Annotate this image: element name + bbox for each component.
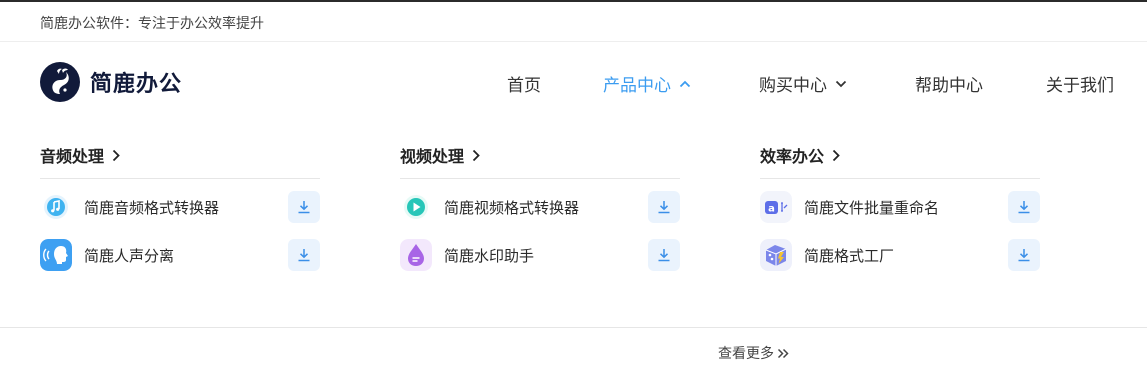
nav-help-label: 帮助中心 — [915, 76, 983, 96]
svg-text:a: a — [768, 204, 775, 215]
download-button[interactable] — [648, 191, 680, 223]
nav-products-label: 产品中心 — [603, 76, 671, 96]
logo-text: 简鹿办公 — [90, 72, 183, 97]
chevron-right-icon — [472, 149, 480, 161]
nav-help[interactable]: 帮助中心 — [915, 71, 983, 96]
download-button[interactable] — [648, 239, 680, 271]
download-button[interactable] — [1008, 239, 1040, 271]
product-name: 简鹿格式工厂 — [804, 246, 895, 265]
download-icon — [1018, 249, 1030, 262]
category-video-title: 视频处理 — [400, 147, 465, 166]
slogan-text: 简鹿办公软件：专注于办公效率提升 — [40, 16, 264, 32]
view-more-label: 查看更多 — [718, 346, 774, 362]
divider — [40, 178, 320, 179]
product-name: 简鹿音频格式转换器 — [84, 198, 220, 217]
nav-about[interactable]: 关于我们 — [1046, 71, 1114, 96]
download-button[interactable] — [1008, 191, 1040, 223]
nav-products[interactable]: 产品中心 — [603, 71, 691, 96]
nav-buy-label: 购买中心 — [759, 76, 827, 96]
download-icon — [298, 201, 310, 214]
download-icon — [658, 249, 670, 262]
category-audio: 音频处理 简鹿音频格式转换器 简鹿人声分离 — [40, 144, 320, 271]
chevron-right-icon — [112, 149, 120, 161]
chevron-up-icon — [679, 80, 691, 87]
category-video-header[interactable]: 视频处理 — [400, 144, 680, 166]
product-voice-separation[interactable]: 简鹿人声分离 — [40, 239, 320, 271]
category-office-header[interactable]: 效率办公 — [760, 144, 1040, 166]
product-audio-converter[interactable]: 简鹿音频格式转换器 — [40, 191, 320, 223]
product-video-converter[interactable]: 简鹿视频格式转换器 — [400, 191, 680, 223]
download-button[interactable] — [288, 191, 320, 223]
product-name: 简鹿水印助手 — [444, 246, 535, 265]
batch-rename-icon: a — [760, 191, 792, 223]
download-icon — [298, 249, 310, 262]
category-office-title: 效率办公 — [760, 147, 825, 166]
product-name: 简鹿文件批量重命名 — [804, 198, 940, 217]
product-name: 简鹿人声分离 — [84, 246, 175, 265]
category-video: 视频处理 简鹿视频格式转换器 简鹿水印助手 — [400, 144, 680, 271]
view-more-link[interactable]: 查看更多 — [718, 343, 790, 363]
format-factory-icon — [760, 239, 792, 271]
product-batch-rename[interactable]: a 简鹿文件批量重命名 — [760, 191, 1040, 223]
divider — [400, 178, 680, 179]
voice-separation-icon — [40, 239, 72, 271]
product-watermark-helper[interactable]: 简鹿水印助手 — [400, 239, 680, 271]
product-name: 简鹿视频格式转换器 — [444, 198, 580, 217]
category-audio-header[interactable]: 音频处理 — [40, 144, 320, 166]
nav-about-label: 关于我们 — [1046, 76, 1114, 96]
nav-home-label: 首页 — [507, 76, 541, 96]
chevron-down-icon — [835, 80, 847, 87]
download-icon — [1018, 201, 1030, 214]
watermark-icon — [400, 239, 432, 271]
deer-logo-icon — [40, 62, 80, 102]
category-office: 效率办公 a 简鹿文件批量重命名 简鹿格式工厂 — [760, 144, 1040, 271]
audio-converter-icon — [40, 191, 72, 223]
double-chevron-right-icon — [777, 348, 789, 358]
divider — [760, 178, 1040, 179]
nav-home[interactable]: 首页 — [507, 71, 541, 96]
video-converter-icon — [400, 191, 432, 223]
site-logo[interactable]: 简鹿办公 — [40, 62, 182, 102]
divider — [0, 327, 1147, 328]
category-audio-title: 音频处理 — [40, 147, 105, 166]
slogan-bar: 简鹿办公软件：专注于办公效率提升 — [0, 2, 1147, 42]
nav-buy[interactable]: 购买中心 — [759, 71, 847, 96]
download-icon — [658, 201, 670, 214]
chevron-right-icon — [832, 149, 840, 161]
download-button[interactable] — [288, 239, 320, 271]
product-format-factory[interactable]: 简鹿格式工厂 — [760, 239, 1040, 271]
